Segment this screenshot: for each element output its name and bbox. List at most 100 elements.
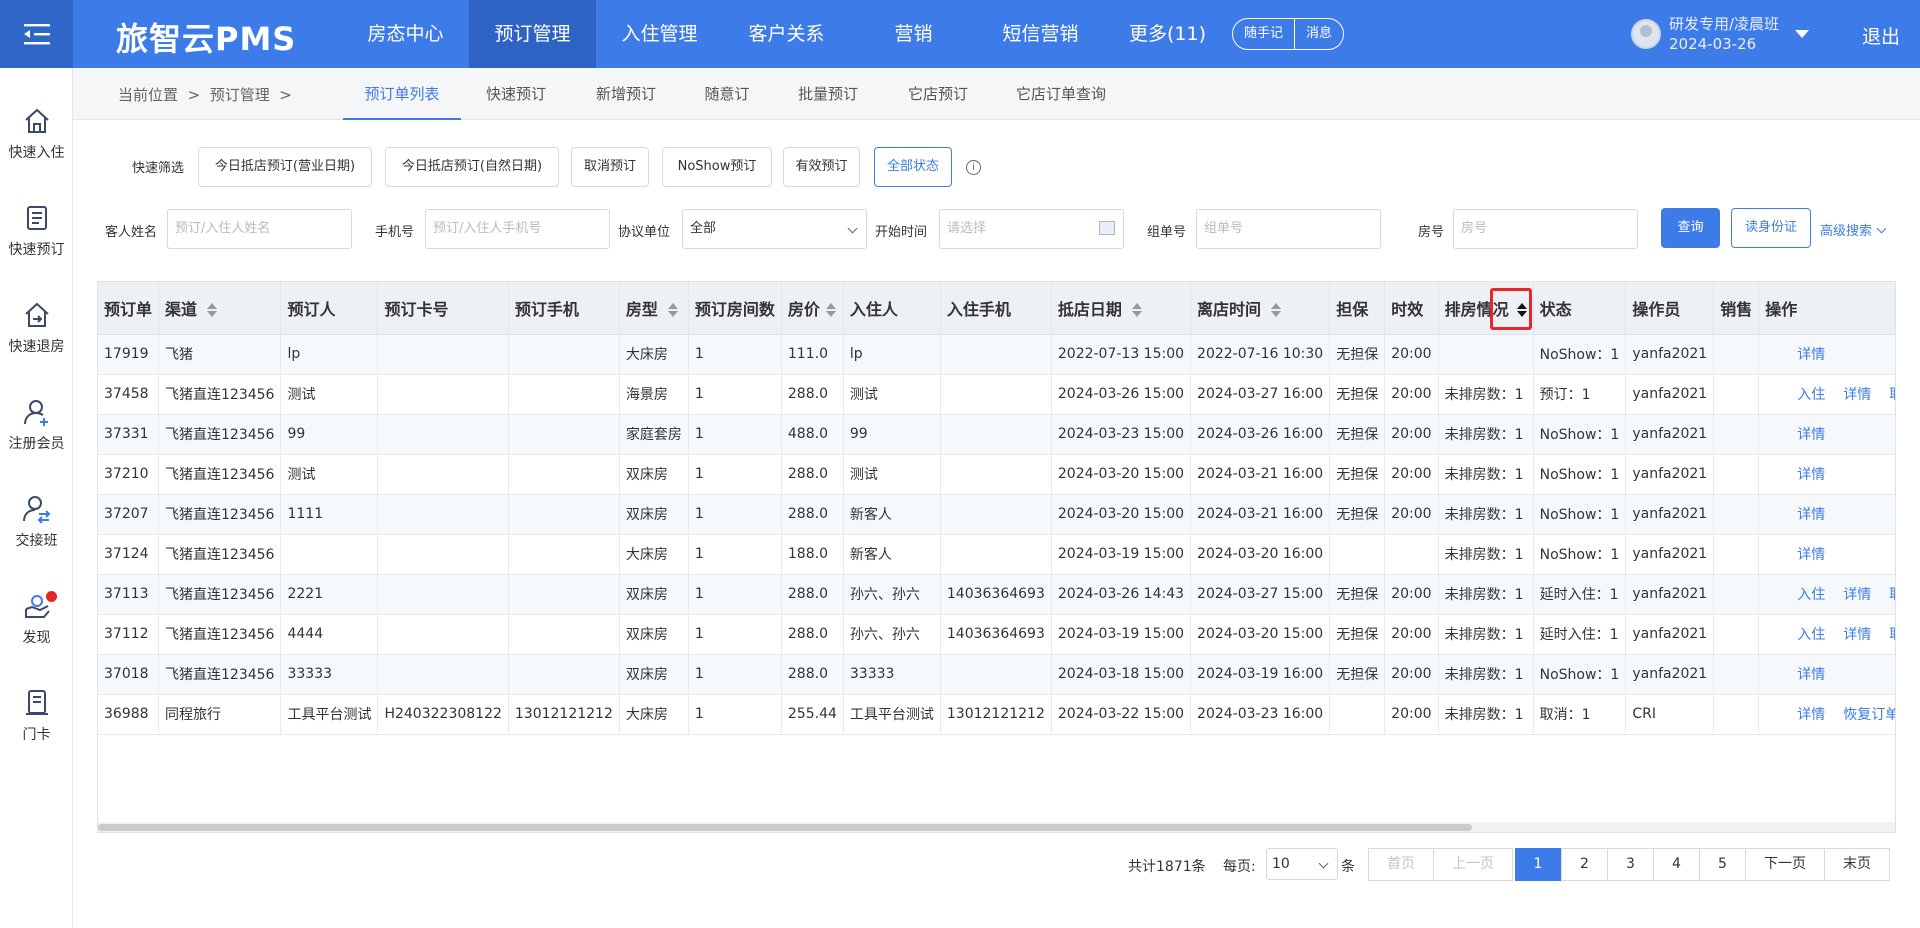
col-header-room-type[interactable]: 房型 [619,282,689,335]
sort-icon[interactable] [207,303,218,318]
horizontal-scrollbar[interactable] [98,822,1895,832]
checkin-link[interactable]: 入住 [1797,627,1825,643]
sort-icon[interactable] [825,303,836,318]
filter-cancelled[interactable]: 取消预订 [571,147,649,187]
last-page-button[interactable]: 末页 [1824,848,1890,881]
detail-link[interactable]: 详情 [1797,707,1825,723]
col-header-room-assignment[interactable]: 排房情况 [1438,282,1534,335]
page-3-button[interactable]: 3 [1607,848,1654,881]
filter-today-arrival-natural[interactable]: 今日抵店预订(自然日期) [385,147,559,187]
read-id-card-button[interactable]: 读身份证 [1731,208,1811,248]
detail-link[interactable]: 详情 [1797,547,1825,563]
menu-toggle-button[interactable] [0,0,73,68]
col-header-card-no: 预订卡号 [377,282,509,335]
tab-other-store-booking[interactable]: 它店预订 [883,68,993,120]
col-header-price[interactable]: 房价 [781,282,844,335]
group-no-input[interactable]: 组单号 [1196,209,1381,249]
quick-filter-label: 快速筛选 [132,161,185,176]
detail-link[interactable]: 详情 [1797,667,1825,683]
sidebar-item-door-card[interactable]: 门卡 [0,688,73,744]
nav-reservation[interactable]: 预订管理 [469,0,596,68]
page-4-button[interactable]: 4 [1653,848,1700,881]
table-cell: 17919 [98,334,160,375]
detail-link[interactable]: 详情 [1843,387,1871,403]
agreement-select[interactable]: 全部 [682,209,867,249]
filter-valid[interactable]: 有效预订 [783,147,860,187]
tab-reservation-list[interactable]: 预订单列表 [343,68,461,120]
phone-input[interactable]: 预订/入住人手机号 [425,209,610,249]
guest-name-input[interactable]: 预订/入住人姓名 [167,209,352,249]
filter-all-status[interactable]: 全部状态 [874,147,952,187]
first-page-button[interactable]: 首页 [1368,848,1434,881]
reservation-table: 预订单 渠道 预订人 预订卡号 预订手机 房型 预订房间数 房价 入住人 入住手… [97,281,1896,833]
detail-link[interactable]: 详情 [1797,427,1825,443]
filter-today-arrival-business[interactable]: 今日抵店预订(营业日期) [198,147,372,187]
col-header-arrival[interactable]: 抵店日期 [1051,282,1192,335]
sidebar-item-discover[interactable]: 发现 [0,591,73,647]
tab-other-store-query[interactable]: 它店订单查询 [993,68,1129,120]
table-cell [940,534,1052,575]
prev-page-button[interactable]: 上一页 [1433,848,1513,881]
sort-icon[interactable] [1271,303,1282,318]
cancel-order-link[interactable]: 取消订单 [1889,587,1895,603]
page-1-button[interactable]: 1 [1515,848,1561,881]
nav-more[interactable]: 更多(11) [1104,0,1231,68]
sidebar-item-quick-checkout[interactable]: 快速退房 [0,300,73,356]
table-cell: 99 [843,414,941,455]
detail-link[interactable]: 详情 [1843,627,1871,643]
restore-order-link[interactable]: 恢复订单 [1843,707,1895,723]
breadcrumb-section[interactable]: 预订管理 [210,86,270,104]
col-header-channel[interactable]: 渠道 [158,282,282,335]
sidebar-item-quick-checkin[interactable]: 快速入住 [0,106,73,162]
detail-link[interactable]: 详情 [1843,587,1871,603]
notes-button[interactable]: 随手记 [1233,19,1294,49]
sort-icon[interactable] [1516,303,1527,318]
next-page-button[interactable]: 下一页 [1745,848,1825,881]
table-cell [508,454,620,495]
query-button[interactable]: 查询 [1661,208,1720,248]
tab-batch-booking[interactable]: 批量预订 [773,68,883,120]
tab-quick-booking[interactable]: 快速预订 [461,68,571,120]
room-no-input[interactable]: 房号 [1453,209,1638,249]
nav-checkin[interactable]: 入住管理 [596,0,723,68]
start-time-picker[interactable]: 请选择 [939,209,1124,249]
tab-new-booking[interactable]: 新增预订 [571,68,681,120]
checkin-link[interactable]: 入住 [1797,587,1825,603]
nav-marketing[interactable]: 营销 [850,0,977,68]
nav-crm[interactable]: 客户关系 [723,0,850,68]
advanced-search-link[interactable]: 高级搜索 [1820,220,1887,239]
per-page-select[interactable]: 10 [1266,848,1338,880]
cancel-order-link[interactable]: 取消订单 [1889,627,1895,643]
sidebar-item-quick-booking[interactable]: 快速预订 [0,203,73,259]
table-cell: 工具平台测试 [280,694,379,735]
cancel-order-link[interactable]: 取消订单 [1889,387,1895,403]
table-cell: 2024-03-22 15:00 [1051,694,1192,735]
sidebar-item-register-member[interactable]: 注册会员 [0,397,73,453]
table-cell: 飞猪直连123456 [158,614,282,655]
page-2-button[interactable]: 2 [1561,848,1608,881]
sort-icon[interactable] [667,303,678,318]
per-page-label: 每页: [1223,859,1256,875]
row-actions: 详情 [1758,654,1895,695]
detail-link[interactable]: 详情 [1797,467,1825,483]
tab-casual-booking[interactable]: 随意订 [681,68,773,120]
sort-icon[interactable] [1131,303,1142,318]
filter-noshow[interactable]: NoShow预订 [662,147,772,187]
messages-button[interactable]: 消息 [1294,19,1343,49]
table-cell: 无担保 [1329,414,1386,455]
scrollbar-thumb[interactable] [98,824,1472,831]
info-icon[interactable]: i [966,160,981,175]
detail-link[interactable]: 详情 [1797,347,1825,363]
page-5-button[interactable]: 5 [1699,848,1746,881]
detail-link[interactable]: 详情 [1797,507,1825,523]
table-cell: 2024-03-26 14:43 [1051,574,1192,615]
col-header-departure[interactable]: 离店时间 [1190,282,1331,335]
sidebar-item-shift-handover[interactable]: 交接班 [0,494,73,550]
checkin-link[interactable]: 入住 [1797,387,1825,403]
logout-button[interactable]: 退出 [1862,22,1900,49]
nav-sms-marketing[interactable]: 短信营销 [977,0,1104,68]
user-menu[interactable]: 研发专用/凌晨班 2024-03-26 [1631,14,1810,54]
nav-room-status[interactable]: 房态中心 [342,0,469,68]
table-cell: 288.0 [781,374,844,415]
row-actions: 详情 [1758,494,1895,535]
